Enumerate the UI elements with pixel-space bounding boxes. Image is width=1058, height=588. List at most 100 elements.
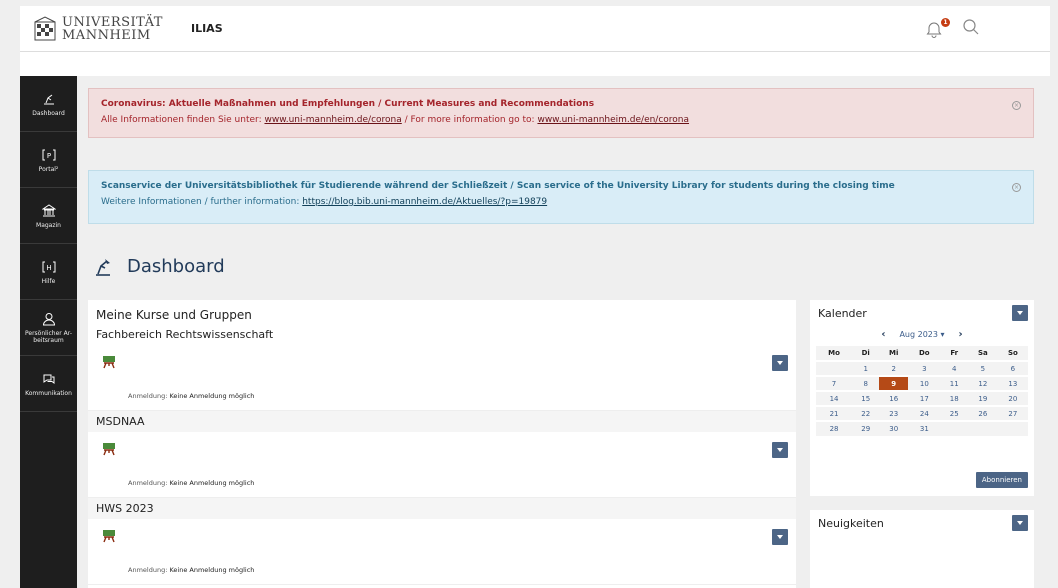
scan-alert-title: Scanservice der Universitätsbibliothek f… bbox=[101, 181, 895, 191]
chevron-down-icon bbox=[777, 535, 783, 539]
calendar-day[interactable]: 26 bbox=[967, 405, 998, 421]
calendar-day[interactable]: 12 bbox=[967, 375, 998, 391]
university-seal-icon bbox=[34, 15, 56, 40]
course-icon bbox=[103, 530, 115, 543]
subscribe-button[interactable]: Abonnieren bbox=[975, 472, 1028, 488]
course-icon bbox=[103, 356, 115, 369]
calendar-day[interactable]: 24 bbox=[908, 405, 941, 421]
notification-badge: 1 bbox=[941, 17, 950, 27]
caret-down-icon: ▾ bbox=[940, 330, 945, 339]
next-month-button[interactable]: › bbox=[959, 329, 963, 340]
group-title: MSDNAA bbox=[88, 411, 796, 432]
corona-link-en[interactable]: www.uni-mannheim.de/en/corona bbox=[537, 115, 689, 125]
calendar-day[interactable]: 4 bbox=[940, 360, 968, 376]
calendar-day[interactable]: 25 bbox=[940, 405, 968, 421]
close-icon[interactable]: × bbox=[1012, 183, 1021, 192]
actions-dropdown-button[interactable] bbox=[772, 442, 788, 458]
calendar-day[interactable]: 18 bbox=[940, 390, 968, 406]
calendar-day[interactable]: 19 bbox=[967, 390, 998, 406]
svg-text:H: H bbox=[46, 264, 51, 272]
weekday-header: Mi bbox=[879, 346, 909, 361]
calendar-day[interactable]: 29 bbox=[852, 420, 880, 436]
sidebar-item-kommunikation[interactable]: Kommunikation bbox=[20, 356, 77, 412]
logo-line-2: MANNHEIM bbox=[62, 27, 151, 43]
calendar-week: 123456 bbox=[816, 360, 1028, 376]
sidebar-item-portal[interactable]: P Portal² bbox=[20, 132, 77, 188]
calendar-empty-cell bbox=[816, 360, 853, 376]
calendar-day[interactable]: 22 bbox=[852, 405, 880, 421]
calendar-day[interactable]: 9 bbox=[879, 375, 909, 391]
scan-service-link[interactable]: https://blog.bib.uni-mannheim.de/Aktuell… bbox=[302, 197, 547, 207]
group-title: Fachbereich Rechtswissenschaft bbox=[88, 326, 796, 345]
app-name[interactable]: ILIAS bbox=[191, 22, 223, 35]
calendar-day[interactable]: 6 bbox=[997, 360, 1028, 376]
calendar-day[interactable]: 10 bbox=[908, 375, 941, 391]
corona-alert-title: Coronavirus: Aktuelle Maßnahmen und Empf… bbox=[101, 99, 595, 109]
search-icon bbox=[963, 18, 979, 34]
calendar-day[interactable]: 17 bbox=[908, 390, 941, 406]
close-icon[interactable]: × bbox=[1012, 101, 1021, 110]
corona-link-de[interactable]: www.uni-mannheim.de/corona bbox=[264, 115, 401, 125]
chevron-down-icon bbox=[777, 448, 783, 452]
calendar-grid: Mo Di Mi Do Fr Sa So 1 2 3 4 5 6 7 8 9 10 11 12 13 14 15 16 17… bbox=[816, 346, 1028, 436]
calendar-week: 14 15 16 17 18 19 20 bbox=[816, 390, 1028, 406]
month-selector[interactable]: Aug 2023 ▾ bbox=[899, 330, 944, 339]
main-content: Coronavirus: Aktuelle Maßnahmen und Empf… bbox=[77, 76, 1050, 588]
actions-dropdown-button[interactable] bbox=[772, 529, 788, 545]
calendar-day[interactable]: 3 bbox=[908, 360, 941, 376]
calendar-day[interactable]: 21 bbox=[816, 405, 853, 421]
search-button[interactable] bbox=[962, 18, 980, 40]
list-item[interactable]: Anmeldung: Keine Anmeldung möglich bbox=[88, 345, 796, 411]
calendar-day[interactable]: 11 bbox=[940, 375, 968, 391]
top-header: UNIVERSITÄT MANNHEIM ILIAS 1 bbox=[20, 6, 1050, 52]
meta-value: Keine Anmeldung möglich bbox=[169, 392, 255, 400]
calendar-actions-button[interactable] bbox=[1012, 305, 1028, 321]
news-actions-button[interactable] bbox=[1012, 515, 1028, 531]
list-item[interactable]: Anmeldung: Keine Anmeldung möglich bbox=[88, 519, 796, 585]
sidebar-item-dashboard[interactable]: Dashboard bbox=[20, 76, 77, 132]
sidebar-item-magazin[interactable]: Magazin bbox=[20, 188, 77, 244]
sidebar-item-label: Portal² bbox=[38, 165, 59, 173]
calendar-day[interactable]: 23 bbox=[879, 405, 909, 421]
logo-line-1: UNIVERSITÄT bbox=[62, 14, 163, 30]
weekday-header: So bbox=[997, 346, 1028, 361]
calendar-day[interactable]: 13 bbox=[997, 375, 1028, 391]
calendar-day[interactable]: 7 bbox=[816, 375, 853, 391]
dashboard-lamp-icon bbox=[96, 258, 110, 276]
bank-icon bbox=[41, 203, 56, 216]
calendar-day[interactable]: 2 bbox=[879, 360, 909, 376]
calendar-day[interactable]: 1 bbox=[852, 360, 880, 376]
sidebar-item-personal-workspace[interactable]: Persönlicher Ar-beitsraum bbox=[20, 300, 77, 356]
calendar-day[interactable]: 27 bbox=[997, 405, 1028, 421]
corona-alert: Coronavirus: Aktuelle Maßnahmen und Empf… bbox=[88, 88, 1034, 138]
previous-month-button[interactable]: ‹ bbox=[881, 329, 885, 340]
calendar-week: 7 8 9 10 11 12 13 bbox=[816, 375, 1028, 391]
notifications-button[interactable]: 1 bbox=[926, 17, 950, 38]
calendar-day[interactable]: 8 bbox=[852, 375, 880, 391]
meta-value: Keine Anmeldung möglich bbox=[169, 479, 255, 487]
calendar-day[interactable]: 15 bbox=[852, 390, 880, 406]
corona-alert-text-2: / For more information go to: bbox=[401, 115, 538, 125]
main-sidebar: Dashboard P Portal² Magazin H Hilfe Pers… bbox=[20, 76, 77, 588]
user-icon bbox=[42, 313, 55, 326]
calendar-day[interactable]: 20 bbox=[997, 390, 1028, 406]
courses-panel: Meine Kurse und Gruppen Fachbereich Rech… bbox=[88, 300, 796, 588]
calendar-day[interactable]: 30 bbox=[879, 420, 909, 436]
scan-service-alert: Scanservice der Universitätsbibliothek f… bbox=[88, 170, 1034, 224]
list-item[interactable]: Anmeldung: Keine Anmeldung möglich bbox=[88, 432, 796, 498]
university-logo[interactable]: UNIVERSITÄT MANNHEIM bbox=[32, 14, 163, 44]
calendar-day[interactable]: 14 bbox=[816, 390, 853, 406]
calendar-empty-cell bbox=[940, 420, 968, 436]
scan-alert-text: Weitere Informationen / further informat… bbox=[101, 197, 303, 207]
actions-dropdown-button[interactable] bbox=[772, 355, 788, 371]
calendar-day[interactable]: 31 bbox=[908, 420, 941, 436]
sidebar-item-label: Persönlicher Ar-beitsraum bbox=[24, 330, 72, 344]
calendar-day[interactable]: 16 bbox=[879, 390, 909, 406]
calendar-empty-cell bbox=[967, 420, 998, 436]
corona-alert-text: Alle Informationen finden Sie unter: bbox=[101, 115, 265, 125]
calendar-day[interactable]: 5 bbox=[967, 360, 998, 376]
calendar-day[interactable]: 28 bbox=[816, 420, 853, 436]
sidebar-item-hilfe[interactable]: H Hilfe bbox=[20, 244, 77, 300]
weekday-header: Sa bbox=[967, 346, 998, 361]
calendar-panel: Kalender ‹ Aug 2023 ▾ › Mo Di Mi Do Fr Sa So 1… bbox=[810, 300, 1034, 496]
